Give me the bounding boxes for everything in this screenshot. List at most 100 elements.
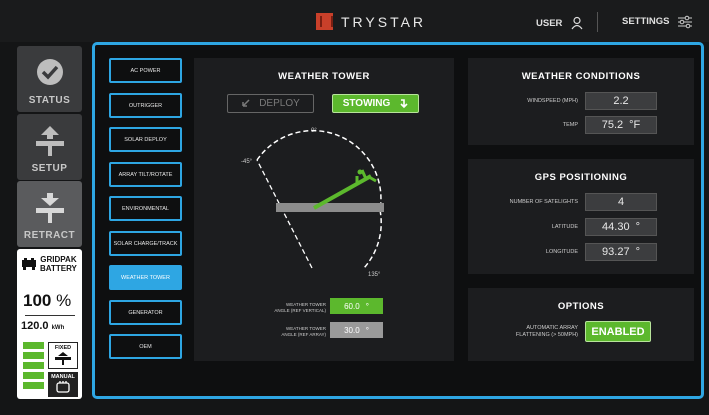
- stowing-label: STOWING: [342, 98, 391, 109]
- user-icon: [571, 16, 583, 30]
- deploy-button[interactable]: DEPLOY: [227, 94, 314, 113]
- array-angle-label-line2: ANGLE (REF ARRAY): [281, 332, 326, 337]
- vertical-angle-unit: °: [365, 301, 369, 311]
- main-content-frame: AC POWER OUTRIGGER SOLAR DEPLOY ARRAY TI…: [92, 42, 704, 399]
- flatten-label: AUTOMATIC ARRAY FLATTENING (> 50MPH): [488, 325, 578, 339]
- stowing-button[interactable]: STOWING: [332, 94, 419, 113]
- array-raise-icon: [36, 126, 64, 156]
- battery-unit-icon: [22, 258, 36, 270]
- latitude-unit: °: [635, 221, 640, 233]
- latitude-number: 44.30: [602, 221, 630, 233]
- fixed-array-icon: [55, 352, 71, 365]
- satellites-value: 4: [585, 193, 657, 211]
- fixed-mode-button[interactable]: FIXED: [48, 342, 78, 369]
- nav-retract-button[interactable]: RETRACT: [17, 181, 82, 247]
- battery-level-bar: [23, 372, 44, 379]
- longitude-number: 93.27: [602, 246, 630, 258]
- submenu-generator[interactable]: GENERATOR: [109, 300, 182, 325]
- battery-percent: 100 %: [23, 291, 71, 311]
- settings-sliders-icon[interactable]: [677, 14, 693, 30]
- check-circle-icon: [37, 59, 63, 85]
- windspeed-value: 2.2: [585, 92, 657, 110]
- angle-135-label: 135°: [368, 272, 381, 278]
- options-panel: OPTIONS AUTOMATIC ARRAY FLATTENING (> 50…: [468, 288, 694, 361]
- longitude-value: 93.27 °: [585, 243, 657, 261]
- submenu-outrigger[interactable]: OUTRIGGER: [109, 93, 182, 118]
- battery-title-line2: BATTERY: [40, 264, 77, 273]
- battery-percent-value: 100: [23, 291, 52, 310]
- battery-divider: [25, 315, 75, 316]
- battery-level-bar: [23, 362, 44, 369]
- battery-level-bar: [23, 382, 44, 389]
- battery-energy-value: 120.0: [21, 320, 49, 332]
- deploy-arrow-icon: [242, 98, 250, 107]
- gps-title: GPS POSITIONING: [534, 172, 628, 183]
- deploy-label: DEPLOY: [259, 98, 300, 109]
- manual-hand-icon: [56, 381, 70, 393]
- battery-energy-unit: kWh: [51, 325, 65, 331]
- temp-value: 75.2 °F: [585, 116, 657, 134]
- array-angle-number: 30.0: [344, 325, 360, 335]
- flatten-label-line1: AUTOMATIC ARRAY: [526, 325, 578, 331]
- submenu-solar-deploy[interactable]: SOLAR DEPLOY: [109, 127, 182, 152]
- battery-title-line1: GRIDPAK: [40, 255, 77, 264]
- nav-retract-label: RETRACT: [23, 230, 76, 241]
- array-lower-icon: [36, 193, 64, 223]
- brand-mark-icon: [316, 13, 333, 30]
- submenu-solar-charge-track[interactable]: SOLAR CHARGE/TRACK: [109, 231, 182, 256]
- flatten-enabled-toggle[interactable]: ENABLED: [585, 321, 651, 342]
- top-bar: TRYSTAR USER SETTINGS: [0, 0, 709, 42]
- nav-setup-label: SETUP: [31, 163, 68, 174]
- user-label: USER: [536, 17, 563, 29]
- array-angle-value: 30.0 °: [330, 322, 383, 338]
- satellites-label: NUMBER OF SATELIGHTS: [509, 199, 578, 205]
- options-title: OPTIONS: [557, 301, 605, 312]
- temp-unit: °F: [629, 119, 641, 131]
- tower-angle-diagram: 0° -45° 135°: [241, 128, 384, 278]
- array-angle-label: WEATHER TOWER ANGLE (REF ARRAY): [252, 326, 326, 338]
- submenu-weather-tower[interactable]: WEATHER TOWER: [109, 265, 182, 290]
- longitude-label: LONGITUDE: [545, 249, 578, 255]
- submenu-oem[interactable]: OEM: [109, 334, 182, 359]
- weather-tower-panel: WEATHER TOWER DEPLOY STOWING 0° -45° 135…: [194, 58, 454, 361]
- latitude-value: 44.30 °: [585, 218, 657, 236]
- temp-label: TEMP: [562, 122, 578, 128]
- gps-panel: GPS POSITIONING NUMBER OF SATELIGHTS 4 L…: [468, 159, 694, 274]
- latitude-label: LATITUDE: [551, 224, 578, 230]
- submenu-environmental[interactable]: ENVIRONMENTAL: [109, 196, 182, 221]
- weather-conditions-panel: WEATHER CONDITIONS WINDSPEED (MPH) 2.2 T…: [468, 58, 694, 145]
- angle-neg45-label: -45°: [241, 159, 253, 165]
- array-angle-unit: °: [365, 325, 369, 335]
- weather-tower-title: WEATHER TOWER: [278, 71, 370, 82]
- submenu-ac-power[interactable]: AC POWER: [109, 58, 182, 83]
- battery-level-bar: [23, 342, 44, 349]
- flatten-label-line2: FLATTENING (> 50MPH): [515, 332, 578, 338]
- nav-setup-button[interactable]: SETUP: [17, 114, 82, 180]
- brand-name: TRYSTAR: [341, 13, 427, 30]
- manual-mode-button[interactable]: MANUAL: [48, 372, 78, 397]
- battery-percent-unit: %: [56, 291, 72, 310]
- vertical-angle-value: 60.0 °: [330, 298, 383, 314]
- nav-status-button[interactable]: STATUS: [17, 46, 82, 112]
- windspeed-label: WINDSPEED (MPH): [527, 98, 578, 104]
- settings-button[interactable]: SETTINGS: [622, 16, 670, 27]
- vertical-angle-number: 60.0: [344, 301, 360, 311]
- temp-number: 75.2: [601, 119, 624, 131]
- submenu-array-tilt-rotate[interactable]: ARRAY TILT/ROTATE: [109, 162, 182, 187]
- battery-level-bar: [23, 352, 44, 359]
- solar-array-bar: [276, 203, 384, 212]
- battery-energy: 120.0 kWh: [21, 320, 64, 332]
- tower-limit-neg45-line: [256, 159, 313, 269]
- battery-level-bars: [23, 342, 44, 392]
- user-menu[interactable]: USER: [536, 16, 584, 30]
- nav-status-label: STATUS: [28, 95, 71, 106]
- battery-title: GRIDPAK BATTERY: [21, 255, 79, 273]
- battery-panel: GRIDPAK BATTERY 100 % 120.0 kWh FIXED MAN…: [17, 249, 82, 399]
- tower-range-arc: [256, 129, 382, 269]
- longitude-unit: °: [635, 246, 640, 258]
- vertical-angle-label: WEATHER TOWER ANGLE (REF VERTICAL): [252, 302, 326, 314]
- header-divider: [597, 12, 598, 32]
- weather-conditions-title: WEATHER CONDITIONS: [521, 71, 641, 82]
- app-screen: TRYSTAR USER SETTINGS STATUS SETUP RETRA…: [0, 0, 709, 415]
- tower-mast-indicator: [313, 169, 377, 210]
